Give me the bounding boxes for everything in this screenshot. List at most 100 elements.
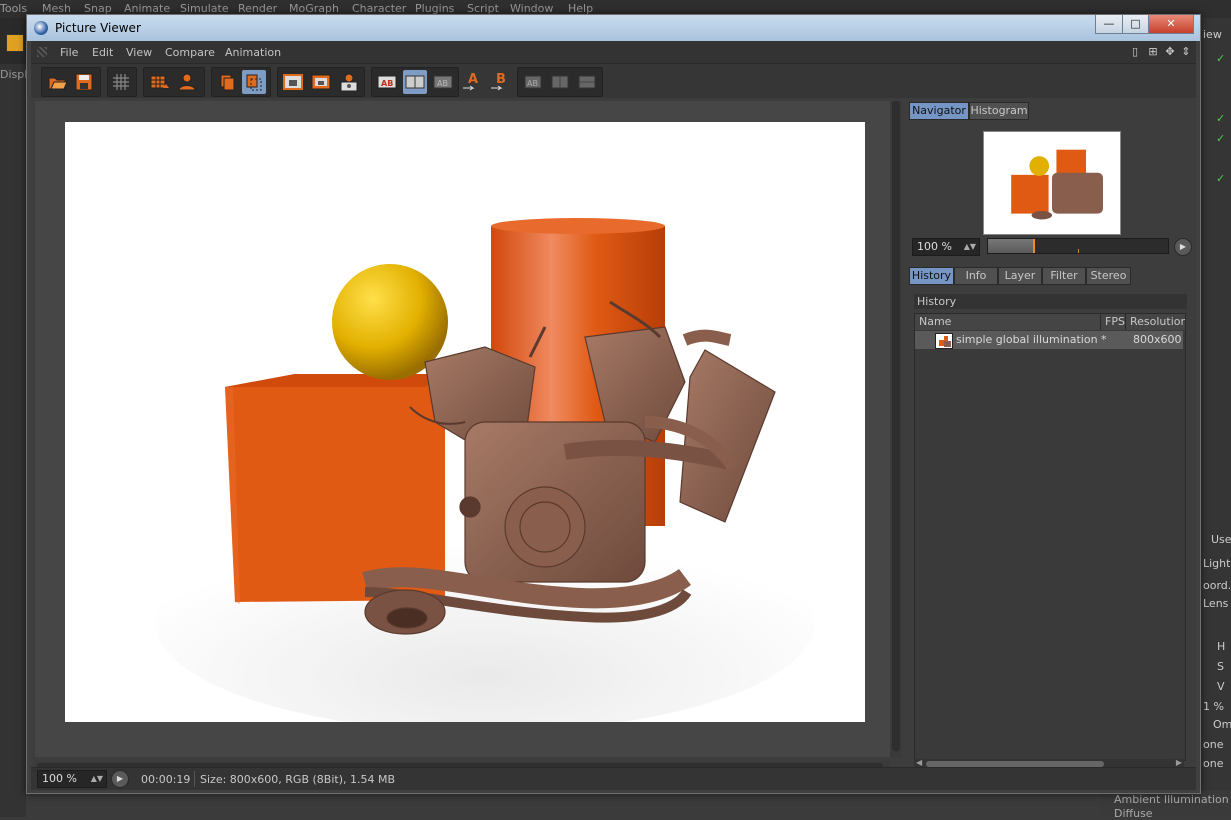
check-icon: ✓	[1216, 132, 1226, 145]
svg-text:AB: AB	[527, 79, 538, 88]
navigator-play-icon[interactable]: ▶	[1174, 238, 1192, 256]
monitor-full-icon[interactable]	[309, 70, 333, 94]
window-content: File Edit View Compare Animation ▯ ⊞ ✥ ⇕	[31, 41, 1196, 790]
maximize-button[interactable]: □	[1122, 15, 1149, 34]
render-time: 00:00:19	[141, 773, 191, 786]
column-header-name[interactable]: Name	[915, 314, 1101, 330]
scrollbar-thumb[interactable]	[892, 101, 900, 751]
history-row[interactable]: simple global illumination * 800x600	[915, 331, 1183, 349]
swap3-icon[interactable]	[575, 70, 599, 94]
split-icon[interactable]	[403, 70, 427, 94]
cinema4d-logo-icon	[34, 21, 48, 35]
check-icon: ✓	[1216, 112, 1226, 125]
rendered-image	[65, 122, 865, 722]
menu-file[interactable]: File	[60, 46, 78, 59]
arrange-icon[interactable]: ⇕	[1180, 45, 1192, 58]
window-titlebar[interactable]: Picture Viewer — □ ✕	[27, 15, 1200, 41]
move-icon[interactable]: ✥	[1164, 45, 1176, 58]
bg-right-label: Om	[1213, 718, 1231, 731]
tab-filter[interactable]: Filter	[1042, 267, 1086, 285]
tab-layer[interactable]: Layer	[998, 267, 1042, 285]
toolbar-group-swap: AB	[517, 67, 603, 97]
scroll-left-icon[interactable]: ◀	[916, 758, 922, 767]
swap-icon[interactable]: AB	[521, 70, 545, 94]
status-zoom-field[interactable]: 100 % ▲▼	[37, 770, 107, 788]
scroll-right-icon[interactable]: ▶	[1176, 758, 1182, 767]
spinner-icon[interactable]: ▲▼	[91, 771, 103, 787]
tab-history[interactable]: History	[909, 267, 954, 285]
slider-handle[interactable]	[1033, 239, 1035, 253]
navigator-zoom-slider[interactable]	[987, 238, 1169, 254]
monitor-fit-icon[interactable]	[281, 70, 305, 94]
bg-right-label: S	[1217, 660, 1224, 673]
tab-info[interactable]: Info	[954, 267, 998, 285]
layers-active-icon[interactable]	[242, 70, 266, 94]
status-play-icon[interactable]: ▶	[111, 770, 129, 788]
tab-navigator[interactable]: Navigator	[909, 102, 969, 120]
swap2-icon[interactable]	[548, 70, 572, 94]
toolbar-group-ab: AB AB	[371, 67, 459, 97]
team-render-icon[interactable]	[337, 70, 361, 94]
svg-text:AB: AB	[437, 79, 448, 88]
folder-open-icon[interactable]	[45, 70, 69, 94]
navigator-zoom-value: 100 %	[917, 240, 952, 253]
svg-text:A: A	[468, 72, 478, 87]
panel-layout-icon[interactable]: ▯	[1129, 45, 1141, 58]
navigator-thumbnail[interactable]	[983, 131, 1121, 235]
thumbnail-preview	[939, 336, 951, 347]
toolbar-group-compare	[211, 67, 271, 97]
history-item-resolution: 800x600	[1133, 333, 1182, 346]
menu-animation[interactable]: Animation	[225, 46, 281, 59]
render-thumbnail-icon	[935, 333, 953, 349]
tab-stereo[interactable]: Stereo	[1086, 267, 1131, 285]
bg-right-label: oord.	[1203, 579, 1231, 592]
toolbar-group-set: A B	[457, 67, 513, 95]
new-window-icon[interactable]: ⊞	[1147, 45, 1159, 58]
column-header-fps[interactable]: FPS	[1101, 314, 1126, 330]
set-b-icon[interactable]: B	[488, 69, 512, 93]
bg-right-label: iew	[1203, 28, 1222, 41]
bg-right-label: V	[1217, 680, 1225, 693]
toolbar-group-view	[277, 67, 365, 97]
grip-handle-icon[interactable]	[37, 47, 47, 57]
spinner-icon[interactable]: ▲▼	[964, 239, 976, 255]
side-panel: Navigator Histogram 100 % ▲▼ ▶ History I…	[907, 101, 1196, 769]
bg-menu-tools: Tools	[0, 2, 28, 15]
layers-icon[interactable]	[215, 70, 239, 94]
menu-edit[interactable]: Edit	[92, 46, 113, 59]
bg-tool-icon	[6, 34, 24, 52]
set-a-icon[interactable]: A	[460, 69, 484, 93]
picture-viewer-window: Picture Viewer — □ ✕ File Edit View Comp…	[26, 14, 1201, 794]
bg-right-label: Lens	[1203, 597, 1229, 610]
person-render-icon[interactable]	[175, 70, 199, 94]
bg-bottom-label: Ambient Illumination	[1114, 793, 1229, 806]
grid-icon[interactable]	[109, 70, 133, 94]
close-button[interactable]: ✕	[1148, 15, 1194, 34]
status-bar: 100 % ▲▼ ▶ 00:00:19 Size: 800x600, RGB (…	[31, 767, 1196, 790]
diff-icon[interactable]: AB	[431, 70, 455, 94]
column-header-resolution[interactable]: Resolutior	[1126, 314, 1186, 330]
image-vertical-scrollbar[interactable]	[890, 101, 902, 757]
render-scene	[65, 122, 865, 722]
navigator-preview	[984, 132, 1120, 234]
viewer-toolbar: AB AB A B AB	[31, 63, 1196, 98]
toolbar-group-settings	[107, 67, 137, 97]
history-list: Name FPS Resolutior simple global illumi…	[914, 313, 1186, 761]
ab-icon[interactable]: AB	[375, 70, 399, 94]
check-icon: ✓	[1216, 52, 1226, 65]
navigator-zoom-field[interactable]: 100 % ▲▼	[912, 238, 980, 256]
bg-right-label: H	[1217, 640, 1226, 653]
menu-compare[interactable]: Compare	[165, 46, 215, 59]
image-view[interactable]	[35, 101, 890, 757]
history-header: History	[914, 294, 1187, 309]
status-zoom-value: 100 %	[42, 772, 77, 785]
background-right-panel: iew ✓ ✓ ✓ ✓ Use Light oord. Lens H S V 1…	[1199, 18, 1231, 817]
minimize-button[interactable]: —	[1095, 15, 1123, 34]
render-stop-icon[interactable]	[147, 70, 171, 94]
save-icon[interactable]	[72, 70, 96, 94]
window-title: Picture Viewer	[55, 21, 141, 35]
check-icon: ✓	[1216, 172, 1226, 185]
menu-view[interactable]: View	[126, 46, 152, 59]
svg-text:AB: AB	[381, 79, 393, 88]
tab-histogram[interactable]: Histogram	[969, 102, 1029, 120]
